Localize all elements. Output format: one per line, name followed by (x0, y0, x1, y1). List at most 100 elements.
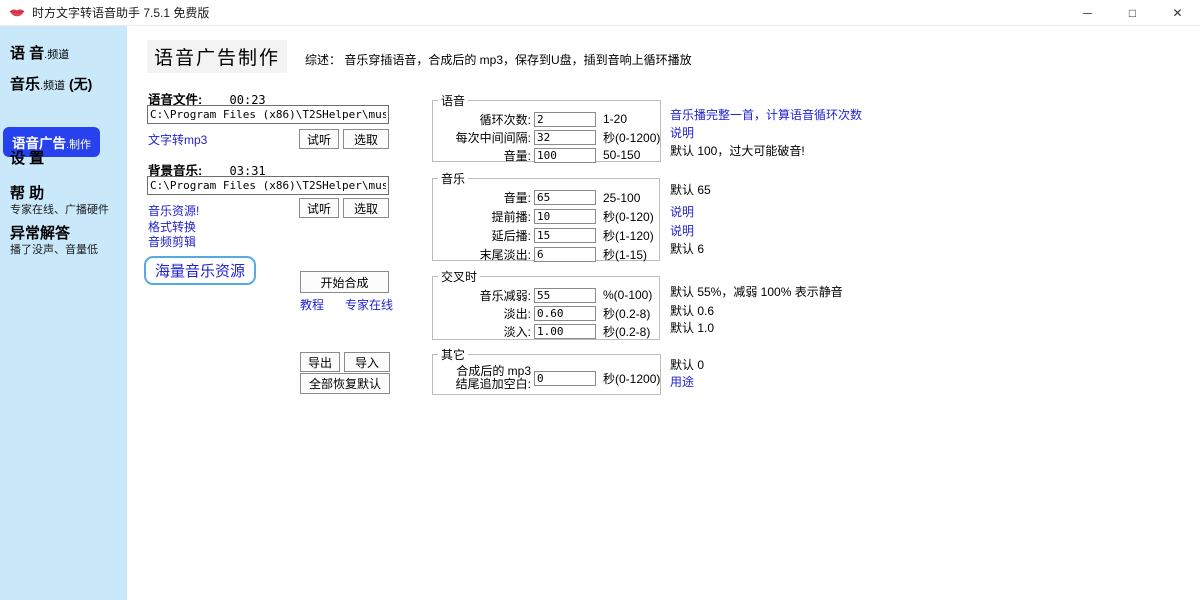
music-volume-range: 25-100 (603, 191, 640, 205)
loop-count-input[interactable] (534, 112, 596, 127)
sidebar-troubleshoot-subtext: 播了没声、音量低 (10, 241, 98, 257)
fadein-hint: 默认 1.0 (670, 319, 714, 336)
crossfade-panel-legend: 交叉时 (438, 268, 480, 285)
interval-range: 秒(0-1200) (603, 129, 660, 146)
sidebar-item-label: 异常解答 (10, 225, 70, 242)
reset-all-button[interactable]: 全部恢复默认 (300, 373, 390, 394)
sidebar-item-troubleshoot[interactable]: 异常解答 (10, 222, 70, 243)
fadeout-label: 淡出: (433, 305, 531, 322)
tail-fadeout-input[interactable] (534, 247, 596, 262)
pre-play-range: 秒(0-120) (603, 208, 654, 225)
music-panel-legend: 音乐 (438, 170, 468, 187)
bg-select-button[interactable]: 选取 (343, 198, 389, 218)
fadein-input[interactable] (534, 324, 596, 339)
sidebar: 语 音.频道 音乐.频道 (无) 语音广告.制作 设 置 帮 助 专家在线、广播… (0, 26, 127, 600)
fadein-label: 淡入: (433, 323, 531, 340)
close-button[interactable]: ✕ (1155, 0, 1200, 25)
maximize-button[interactable]: □ (1110, 0, 1155, 25)
usage-link[interactable]: 用途 (670, 373, 694, 390)
music-weaken-range: %(0-100) (603, 288, 652, 302)
post-play-label: 延后播: (433, 227, 531, 244)
pre-play-input[interactable] (534, 209, 596, 224)
titlebar: 时方文字转语音助手 7.5.1 免费版 ─ □ ✕ (0, 0, 1200, 26)
loop-calc-hint-link[interactable]: 音乐播完整一首，计算语音循环次数 (670, 106, 862, 123)
fadeout-range: 秒(0.2-8) (603, 305, 650, 322)
music-volume-input[interactable] (534, 190, 596, 205)
minimize-icon: ─ (1083, 6, 1092, 20)
trailing-blank-input[interactable] (534, 371, 596, 386)
trailing-blank-range: 秒(0-1200) (603, 370, 660, 387)
voice-volume-hint: 默认 100，过大可能破音! (670, 142, 805, 159)
trailing-blank-label: 合成后的 mp3 结尾追加空白: (433, 365, 531, 391)
sidebar-item-sublabel: .制作 (66, 139, 91, 151)
trailing-blank-hint: 默认 0 (670, 356, 704, 373)
sidebar-item-voice-channel[interactable]: 语 音.频道 (10, 42, 69, 63)
maximize-icon: □ (1129, 6, 1136, 20)
other-panel-legend: 其它 (438, 346, 468, 363)
sidebar-item-sublabel: .频道 (44, 49, 69, 61)
pre-play-label: 提前播: (433, 208, 531, 225)
music-weaken-hint: 默认 55%，减弱 100% 表示静音 (670, 283, 843, 300)
text-to-mp3-link[interactable]: 文字转mp3 (148, 131, 207, 148)
pre-play-help-link[interactable]: 说明 (670, 203, 694, 220)
post-play-range: 秒(1-120) (603, 227, 654, 244)
bg-music-path-input[interactable] (147, 176, 389, 195)
fadein-range: 秒(0.2-8) (603, 323, 650, 340)
page-summary: 综述： 音乐穿插语音，合成后的 mp3，保存到U盘，插到音响上循环播放 (305, 51, 692, 68)
other-settings-panel: 其它 合成后的 mp3 结尾追加空白: 秒(0-1200) (432, 346, 661, 395)
voice-panel-legend: 语音 (438, 92, 468, 109)
interval-label: 每次中间间隔: (433, 129, 531, 146)
voice-listen-button[interactable]: 试听 (299, 129, 339, 149)
expert-online-link[interactable]: 专家在线 (345, 296, 393, 313)
music-weaken-input[interactable] (534, 288, 596, 303)
sidebar-item-settings[interactable]: 设 置 (10, 147, 44, 168)
music-resource-link[interactable]: 音乐资源! (148, 202, 199, 219)
voice-select-button[interactable]: 选取 (343, 129, 389, 149)
sidebar-help-subtext: 专家在线、广播硬件 (10, 201, 109, 217)
sidebar-item-label: 帮 助 (10, 185, 44, 202)
loop-count-label: 循环次数: (433, 111, 531, 128)
post-play-input[interactable] (534, 228, 596, 243)
voice-volume-input[interactable] (534, 148, 596, 163)
import-button[interactable]: 导入 (344, 352, 390, 372)
crossfade-settings-panel: 交叉时 音乐减弱: %(0-100) 淡出: 秒(0.2-8) 淡入: 秒(0.… (432, 268, 660, 340)
window-title: 时方文字转语音助手 7.5.1 免费版 (32, 4, 209, 21)
post-play-help-link[interactable]: 说明 (670, 222, 694, 239)
bg-listen-button[interactable]: 试听 (299, 198, 339, 218)
close-icon: ✕ (1172, 6, 1182, 20)
voice-settings-panel: 语音 循环次数: 1-20 每次中间间隔: 秒(0-1200) 音量: 50-1… (432, 92, 661, 162)
tail-fadeout-range: 秒(1-15) (603, 246, 647, 263)
music-volume-label: 音量: (433, 189, 531, 206)
sidebar-item-label: 语 音 (10, 45, 44, 62)
sidebar-item-label-extra: (无) (65, 76, 92, 92)
interval-help-link[interactable]: 说明 (670, 124, 694, 141)
mass-music-resource-button[interactable]: 海量音乐资源 (144, 256, 256, 285)
loop-count-range: 1-20 (603, 112, 627, 126)
interval-input[interactable] (534, 130, 596, 145)
sidebar-item-label: 音乐 (10, 76, 40, 93)
music-settings-panel: 音乐 音量: 25-100 提前播: 秒(0-120) 延后播: 秒(1-120… (432, 170, 660, 261)
sidebar-item-sublabel: .频道 (40, 80, 65, 92)
tutorial-link[interactable]: 教程 (300, 296, 324, 313)
voice-file-path-input[interactable] (147, 105, 389, 124)
music-volume-hint: 默认 65 (670, 181, 711, 198)
start-compose-button[interactable]: 开始合成 (300, 271, 389, 293)
fadeout-hint: 默认 0.6 (670, 302, 714, 319)
lips-app-icon (9, 7, 25, 18)
sidebar-item-help[interactable]: 帮 助 (10, 182, 44, 203)
voice-volume-range: 50-150 (603, 148, 640, 162)
sidebar-item-music-channel[interactable]: 音乐.频道 (无) (10, 73, 92, 94)
page-title: 语音广告制作 (147, 40, 287, 73)
audio-clip-link[interactable]: 音频剪辑 (148, 233, 196, 250)
tail-fadeout-hint: 默认 6 (670, 240, 704, 257)
window-controls: ─ □ ✕ (1065, 0, 1200, 25)
main-content: 语音广告制作 综述： 音乐穿插语音，合成后的 mp3，保存到U盘，插到音响上循环… (127, 26, 1200, 600)
minimize-button[interactable]: ─ (1065, 0, 1110, 25)
sidebar-item-label: 设 置 (10, 150, 44, 167)
export-button[interactable]: 导出 (300, 352, 340, 372)
tail-fadeout-label: 末尾淡出: (433, 246, 531, 263)
voice-volume-label: 音量: (433, 147, 531, 164)
app-window: 时方文字转语音助手 7.5.1 免费版 ─ □ ✕ 语 音.频道 音乐.频道 (… (0, 0, 1200, 600)
fadeout-input[interactable] (534, 306, 596, 321)
music-weaken-label: 音乐减弱: (433, 287, 531, 304)
